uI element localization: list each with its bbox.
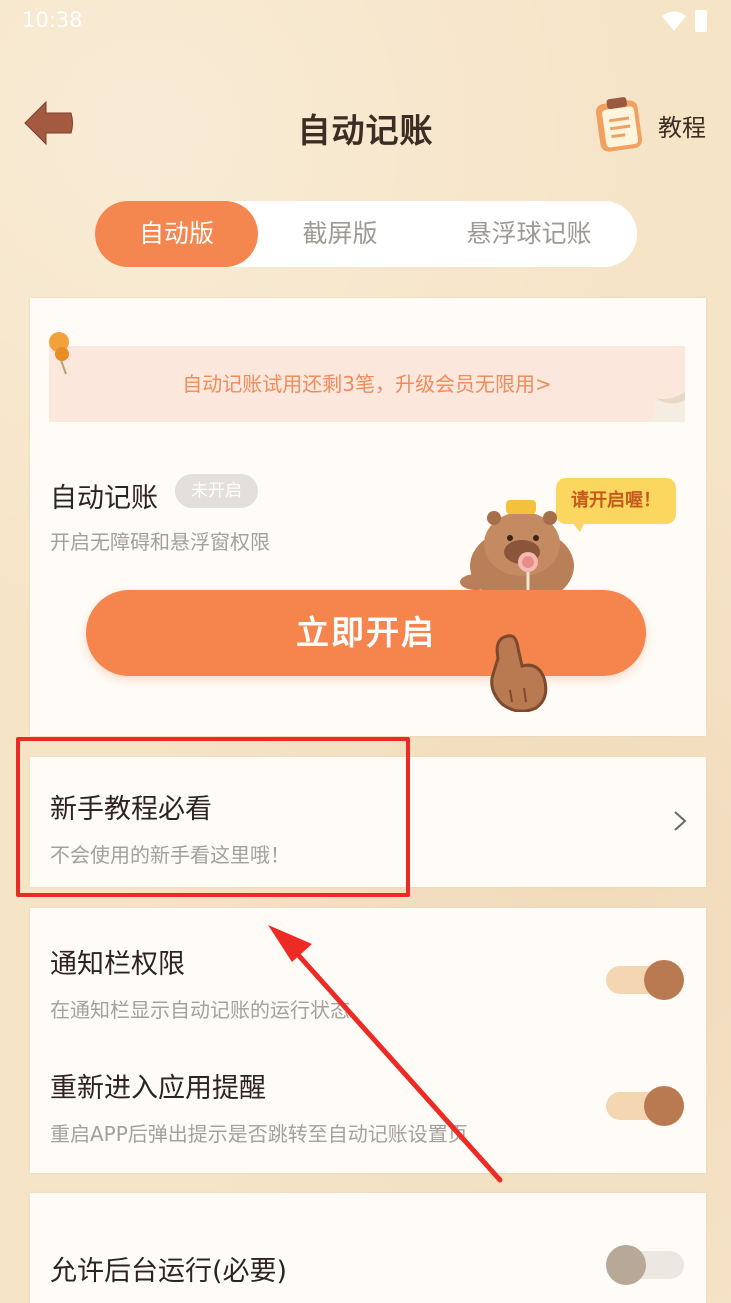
pushpin-icon bbox=[49, 332, 69, 375]
page-fold-icon bbox=[645, 392, 685, 422]
tutorial-link[interactable]: 教程 bbox=[592, 94, 722, 154]
enable-now-button[interactable]: 立即开启 bbox=[86, 590, 646, 676]
notification-permission-title: 通知栏权限 bbox=[50, 949, 185, 980]
settings-card: 通知栏权限 在通知栏显示自动记账的运行状态 重新进入应用提醒 重启APP后弹出提… bbox=[30, 908, 706, 1173]
status-badge: 未开启 bbox=[175, 474, 258, 508]
auto-accounting-title: 自动记账 bbox=[50, 483, 158, 514]
tab-auto[interactable]: 自动版 bbox=[95, 201, 258, 267]
mode-tabs: 自动版 截屏版 悬浮球记账 bbox=[95, 201, 637, 267]
toggle-knob bbox=[606, 1245, 646, 1285]
status-time: 10:38 bbox=[22, 8, 83, 32]
reentry-reminder-desc: 重启APP后弹出提示是否跳转至自动记账设置页 bbox=[50, 1122, 468, 1146]
capybara-mascot-icon bbox=[460, 500, 574, 598]
wifi-icon bbox=[662, 11, 686, 31]
auto-accounting-card: 自动记账试用还剩3笔，升级会员无限用> 自动记账 未开启 开启无障碍和悬浮窗权限… bbox=[30, 298, 706, 736]
tab-floating-ball[interactable]: 悬浮球记账 bbox=[445, 201, 613, 267]
toggle-knob bbox=[644, 1086, 684, 1126]
toggle-knob bbox=[644, 960, 684, 1000]
annotation-highlight-box bbox=[16, 737, 410, 897]
paw-pointer-icon bbox=[490, 634, 548, 712]
background-run-card: 允许后台运行(必要) bbox=[30, 1193, 706, 1303]
battery-icon bbox=[695, 10, 707, 32]
tab-screenshot[interactable]: 截屏版 bbox=[275, 201, 405, 267]
reentry-reminder-toggle[interactable] bbox=[606, 1086, 684, 1126]
trial-banner-text: 自动记账试用还剩3笔，升级会员无限用> bbox=[182, 372, 552, 396]
reentry-reminder-title: 重新进入应用提醒 bbox=[50, 1073, 266, 1104]
chevron-right-icon bbox=[674, 811, 687, 831]
trial-banner[interactable]: 自动记账试用还剩3笔，升级会员无限用> bbox=[49, 346, 685, 422]
background-run-title: 允许后台运行(必要) bbox=[50, 1256, 288, 1287]
clipboard-icon bbox=[595, 97, 643, 152]
status-bar: 10:38 bbox=[0, 0, 731, 44]
notification-permission-toggle[interactable] bbox=[606, 960, 684, 1000]
notification-permission-desc: 在通知栏显示自动记账的运行状态 bbox=[50, 998, 350, 1022]
auto-accounting-desc: 开启无障碍和悬浮窗权限 bbox=[50, 530, 270, 554]
background-run-toggle[interactable] bbox=[606, 1245, 684, 1285]
tutorial-label: 教程 bbox=[658, 114, 706, 142]
